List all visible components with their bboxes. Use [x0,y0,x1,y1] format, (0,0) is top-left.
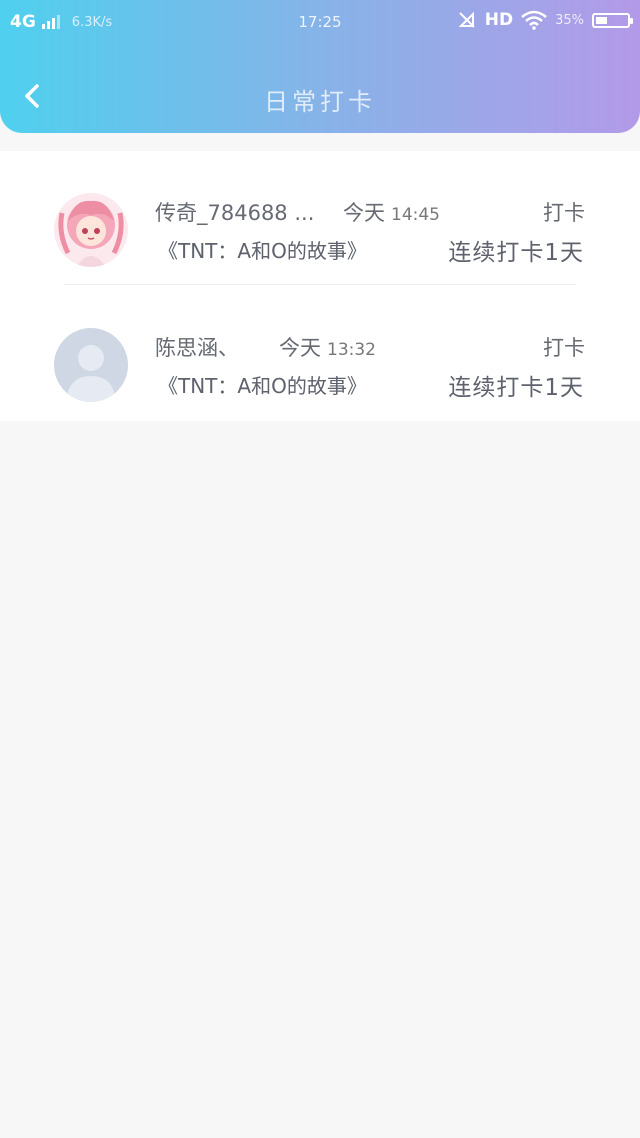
mute-icon [458,11,475,28]
page-title: 日常打卡 [264,88,376,116]
checkin-row[interactable]: 传奇_784688 ... 今天 14:45 打卡 《TNT：A和O的故事》 连续… [0,151,640,286]
action-label: 打卡 [543,201,585,225]
battery-icon [592,12,633,28]
streak-label: 连续打卡1天 [448,240,584,266]
action-label: 打卡 [543,336,585,360]
hd-label: HD [484,10,514,30]
avatar[interactable] [54,193,128,267]
avatar[interactable] [54,328,128,402]
divider [64,284,576,285]
status-right: HD 35% [457,10,633,30]
nav-bar: 日常打卡 [0,52,640,132]
book-title: 《TNT：A和O的故事》 [158,239,367,263]
default-avatar-icon [54,328,128,402]
header: 4G 6.3K/s 17:25 HD 35% 日常打卡 [0,0,640,133]
username: 陈思涵、 [155,336,239,360]
book-title: 《TNT：A和O的故事》 [158,374,367,398]
time-label: 13:32 [327,340,376,360]
checkin-time: 今天 14:45 [343,197,440,227]
time-label: 14:45 [391,205,440,225]
day-label: 今天 [343,201,385,225]
anime-avatar-icon [54,193,128,267]
checkin-time: 今天 13:32 [279,332,376,362]
battery-percent: 35% [555,12,584,28]
name-line: 传奇_784688 ... 今天 14:45 打卡 [155,197,585,227]
name-line: 陈思涵、 今天 13:32 打卡 [155,332,585,362]
streak-label: 连续打卡1天 [448,375,584,401]
username: 传奇_784688 ... [155,201,315,225]
day-label: 今天 [279,336,321,360]
checkin-row[interactable]: 陈思涵、 今天 13:32 打卡 《TNT：A和O的故事》 连续打卡1天 [0,286,640,421]
wifi-icon [521,10,547,30]
status-bar: 4G 6.3K/s 17:25 HD 35% [0,0,640,44]
checkin-list: 传奇_784688 ... 今天 14:45 打卡 《TNT：A和O的故事》 连续… [0,151,640,421]
